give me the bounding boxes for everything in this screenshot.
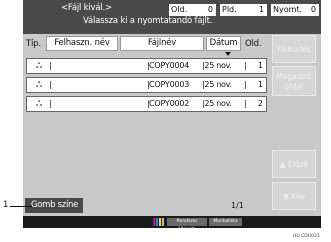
callout-line bbox=[10, 206, 32, 207]
delete-file-button[interactable]: Fájltörlés bbox=[272, 35, 316, 63]
sort-date-button[interactable]: Dátum bbox=[206, 36, 241, 51]
column-pages: Old. bbox=[245, 39, 262, 49]
copy-job-icon: ஃ bbox=[36, 80, 43, 89]
row-file: COPY0004 bbox=[149, 61, 190, 70]
cyan-toner-icon bbox=[156, 218, 158, 226]
button-color-button[interactable]: Gomb színe bbox=[25, 198, 83, 213]
callout-number: 1 bbox=[3, 200, 9, 210]
yellow-toner-icon bbox=[159, 218, 161, 226]
figure-code: HU CDH025 bbox=[293, 234, 320, 239]
row-date: |25 nov. bbox=[202, 80, 232, 89]
copy-job-icon: ஃ bbox=[36, 61, 43, 70]
file-row[interactable]: ஃ | | COPY0002 |25 nov. | 2 bbox=[26, 96, 267, 112]
row-file: COPY0002 bbox=[149, 99, 190, 108]
row-file: COPY0003 bbox=[149, 80, 190, 89]
magenta-toner-icon bbox=[153, 218, 155, 226]
file-row[interactable]: ஃ | | COPY0004 |25 nov. | 1 bbox=[26, 58, 267, 74]
screen-instruction: Válassza ki a nyomtatandó fájlt. bbox=[83, 16, 213, 26]
black-toner-icon bbox=[162, 218, 164, 226]
screen-title: <Fájl kivál.> bbox=[61, 3, 112, 13]
row-pages: 1 bbox=[257, 80, 263, 89]
specified-page-button[interactable]: Megadott oldal bbox=[272, 66, 316, 96]
row-date: |25 nov. bbox=[202, 99, 232, 108]
next-page-button[interactable]: ▼ Köv bbox=[272, 182, 316, 210]
sort-user-button[interactable]: Felhaszn. név bbox=[46, 36, 118, 51]
copy-job-icon: ஃ bbox=[36, 99, 43, 108]
header-bar: <Fájl kivál.> Válassza ki a nyomtatandó … bbox=[23, 0, 321, 34]
page-indicator: 1/1 bbox=[231, 201, 244, 210]
counter-print: Nyomt. 0 bbox=[271, 4, 319, 16]
sort-file-button[interactable]: Fájlnév bbox=[120, 36, 204, 51]
counter-copies: Pld. 1 bbox=[220, 4, 267, 16]
prev-page-button[interactable]: ▲ Előző bbox=[272, 150, 316, 178]
job-list-button[interactable]: Munkalista bbox=[209, 218, 242, 226]
sort-indicator-icon bbox=[225, 52, 231, 56]
column-type: Típ. bbox=[26, 39, 41, 49]
row-date: |25 nov. bbox=[202, 61, 232, 70]
printer-panel: <Fájl kivál.> Válassza ki a nyomtatandó … bbox=[23, 0, 321, 228]
row-pages: 2 bbox=[257, 99, 263, 108]
file-row[interactable]: ஃ | | COPY0003 |25 nov. | 1 bbox=[26, 77, 267, 93]
counter-pages: Old. 0 bbox=[169, 4, 216, 16]
system-status-button[interactable]: Rendszer állapota bbox=[167, 218, 207, 228]
row-pages: 1 bbox=[257, 61, 263, 70]
